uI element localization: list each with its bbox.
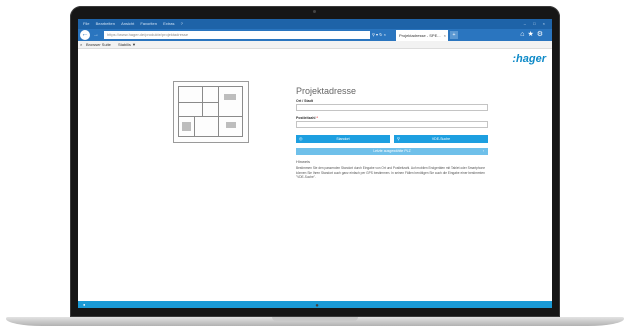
floor-plan-line (178, 86, 242, 87)
floor-plan-line (178, 102, 218, 103)
chevron-right-icon: › (482, 149, 484, 153)
toolbar-icons: ⌂★⚙ (520, 30, 546, 40)
menu-item-help[interactable]: ? (181, 19, 183, 29)
floor-plan-furniture (224, 94, 236, 100)
gear-icon[interactable]: ⚙ (537, 31, 546, 38)
back-arrow-icon[interactable]: ← (80, 30, 90, 40)
floor-plan-line (194, 116, 195, 136)
camera (313, 10, 316, 13)
vde-search-button-label: VDE-Suche (431, 137, 451, 141)
required-mark: * (316, 116, 318, 120)
page-title: Projektadresse (296, 86, 357, 96)
location-icon: ◎ (299, 136, 303, 141)
floor-plan-line (202, 86, 203, 116)
floor-plan-line (178, 136, 243, 137)
address-bar[interactable]: https://www.hager.de/produkte/projektadr… (104, 31, 370, 39)
floor-plan-line (242, 86, 243, 136)
favorites-close-icon[interactable]: × (80, 41, 82, 48)
search-icon: ⚲ (397, 136, 400, 141)
browser-tab[interactable]: Projektadresse - SPE... × (396, 30, 448, 41)
menu-item-tools[interactable]: Extras (163, 19, 174, 29)
ort-input[interactable] (296, 104, 488, 111)
floor-plan-line (178, 116, 242, 117)
app-icon[interactable]: ● (83, 302, 85, 307)
last-used-plz-button[interactable]: Letzte ausgewählte PLZ › (296, 148, 488, 155)
tab-close-icon[interactable]: × (444, 30, 446, 41)
address-bar-icons[interactable]: ⚲ ▾ ↻ × (372, 31, 386, 39)
star-icon[interactable]: ★ (527, 31, 536, 38)
floor-plan-furniture (182, 122, 191, 131)
location-button-label: Standort (336, 137, 350, 141)
floor-plan-line (218, 86, 219, 136)
new-tab-button[interactable]: + (450, 31, 458, 39)
window-controls[interactable]: – □ × (524, 19, 548, 29)
plz-input[interactable] (296, 121, 488, 128)
tab-title: Projektadresse - SPE... (399, 33, 441, 38)
plz-label-text: Postleitzahl (296, 116, 316, 120)
favorite-item-stabilis[interactable]: Stabilis ▼ (118, 41, 136, 48)
hint-text: Bestimmen Sie den passenden Standort dur… (296, 166, 486, 180)
vde-search-button[interactable]: ⚲ VDE-Suche (394, 135, 488, 143)
forward-arrow-icon[interactable]: → (92, 31, 100, 39)
location-button[interactable]: ◎ Standort (296, 135, 390, 143)
web-page: :hager Projektadresse Ort / Stadt Postle… (78, 49, 552, 301)
menu-item-view[interactable]: Ansicht (121, 19, 134, 29)
last-used-plz-label: Letzte ausgewählte PLZ (373, 149, 411, 153)
floor-plan-furniture (226, 122, 236, 128)
favorites-bar: × Browser Suite Stabilis ▼ (78, 41, 552, 49)
favorite-item-suite[interactable]: Browser Suite (86, 41, 111, 48)
menu-item-file[interactable]: File (83, 19, 89, 29)
laptop-logo-icon: ● (315, 303, 319, 309)
browser-menu-bar: File Bearbeiten Ansicht Favoriten Extras… (78, 19, 552, 29)
menu-item-favorites[interactable]: Favoriten (140, 19, 157, 29)
floor-plan-image (173, 81, 249, 143)
hager-logo[interactable]: :hager (512, 53, 546, 65)
laptop-notch (272, 317, 358, 321)
browser-nav-bar: ← → https://www.hager.de/produkte/projek… (78, 29, 552, 41)
menu-item-edit[interactable]: Bearbeiten (96, 19, 115, 29)
ort-label: Ort / Stadt (296, 99, 313, 103)
laptop-bezel: File Bearbeiten Ansicht Favoriten Extras… (70, 6, 560, 317)
screen: File Bearbeiten Ansicht Favoriten Extras… (78, 19, 552, 308)
floor-plan-line (178, 86, 179, 136)
plz-label: Postleitzahl * (296, 116, 318, 120)
hint-title: Hinweis (296, 159, 311, 164)
